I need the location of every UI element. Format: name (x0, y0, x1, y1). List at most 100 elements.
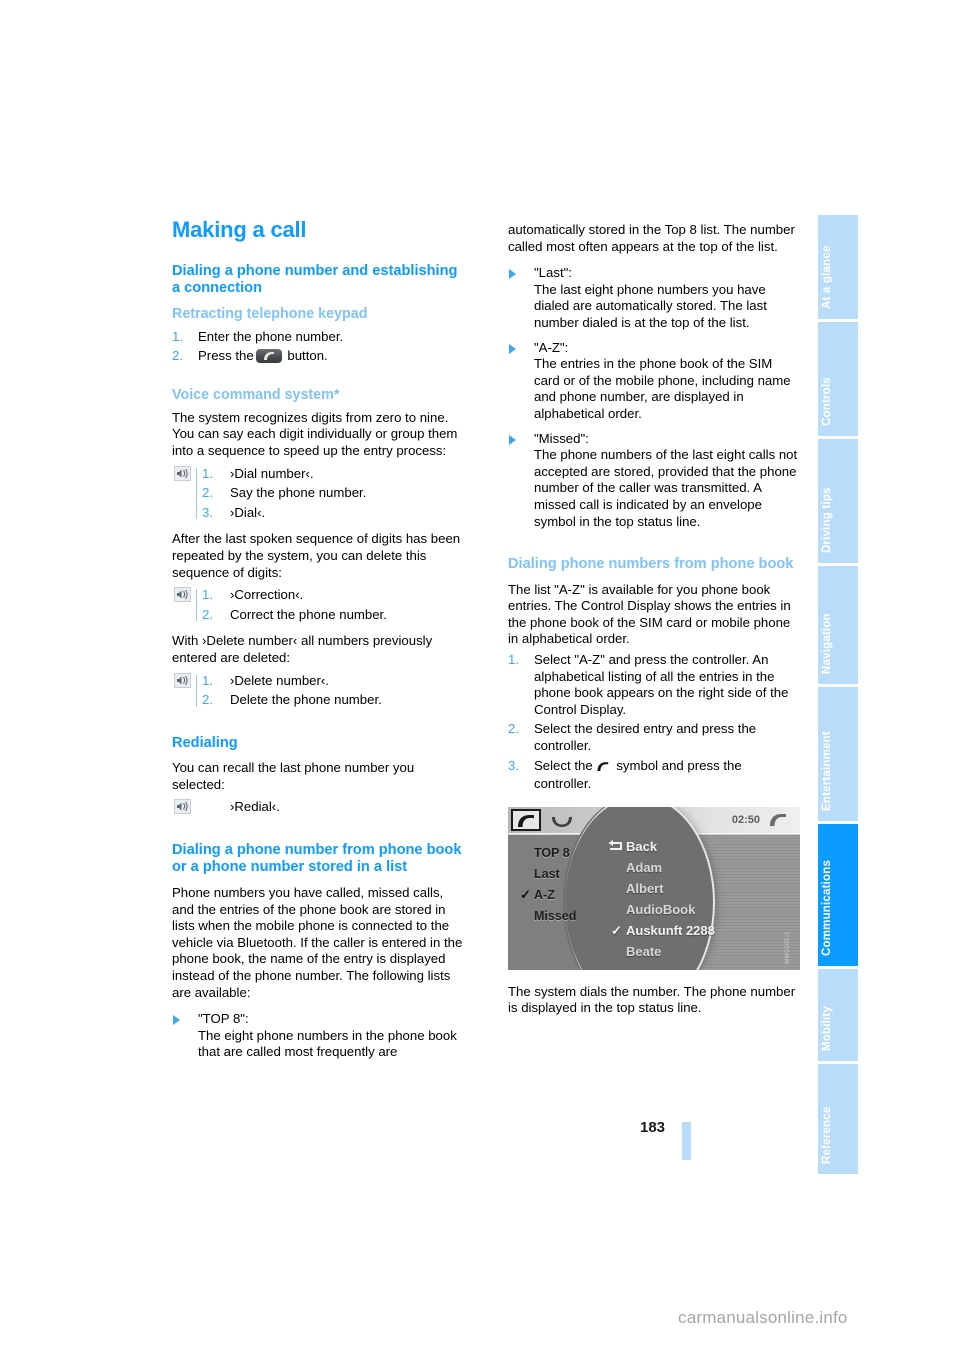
step-text-after: button. (287, 348, 328, 364)
tab-label: Mobility (821, 1005, 833, 1051)
phonebook-lists-para: Phone numbers you have called, missed ca… (172, 884, 463, 1000)
voice-block-rule (196, 674, 197, 707)
tab-driving-tips[interactable]: Driving tips (818, 439, 858, 563)
tab-label: Reference (821, 1106, 833, 1164)
checkmark-icon: ✓ (611, 922, 622, 938)
voice-command-block-delete: 1. ›Delete number‹. 2. Delete the phone … (172, 672, 464, 709)
list-item: 2. Select the desired entry and press th… (508, 721, 800, 754)
tab-reference[interactable]: Reference (818, 1064, 858, 1174)
step-number: 1. (172, 328, 183, 344)
tab-navigation[interactable]: Navigation (818, 566, 858, 684)
list-item: 1. ›Correction‹. (202, 587, 464, 604)
bullet-title: "Last": (534, 265, 572, 281)
tab-communications[interactable]: Communications (818, 824, 858, 966)
voice-command-block-correction: 1. ›Correction‹. 2. Correct the phone nu… (172, 587, 464, 623)
step-number: 3. (508, 757, 519, 773)
retracting-keypad-steps: 1. Enter the phone number. 2. Press the … (172, 329, 464, 365)
watermark-text: carmanualsonline.info (678, 1308, 848, 1327)
tab-label: At a glance (821, 245, 833, 309)
tab-label: Controls (821, 377, 833, 426)
after-spoken-sequence-para: After the last spoken sequence of digits… (172, 531, 461, 580)
step-text: Say the phone number. (230, 485, 367, 501)
tab-at-a-glance[interactable]: At a glance (818, 215, 858, 319)
delete-number-para: With ›Delete number‹ all numbers previou… (172, 633, 433, 665)
list-item: 1. Select "A-Z" and press the controller… (508, 652, 800, 718)
voice-command-intro: The system recognizes digits from zero t… (172, 409, 458, 458)
list-item: "Missed": The phone numbers of the last … (508, 431, 800, 531)
step-number: 1. (202, 587, 213, 603)
call-end-icon[interactable] (550, 814, 574, 833)
step-text: ›Delete number‹. (230, 672, 329, 688)
step-number: 2. (202, 692, 213, 708)
cd-list-item-beate[interactable]: Beate (626, 944, 661, 961)
cd-list-item-audiobook[interactable]: AudioBook (626, 902, 695, 919)
cd-list-item-albert[interactable]: Albert (626, 881, 664, 898)
list-item: 3. ›Dial‹. (202, 505, 464, 522)
step-text: ›Correction‹. (230, 587, 304, 603)
step-number: 2. (172, 348, 183, 364)
cd-list-item-adam[interactable]: Adam (626, 860, 662, 877)
tab-entertainment[interactable]: Entertainment (818, 687, 858, 821)
tab-label: Navigation (821, 613, 833, 674)
tab-mobility[interactable]: Mobility (818, 969, 858, 1061)
cd-list-item-auskunft[interactable]: Auskunft 2288 (626, 923, 715, 940)
step-text: Delete the phone number. (230, 692, 382, 708)
voice-command-block-dial: 1. ›Dial number‹. 2. Say the phone numbe… (172, 465, 464, 522)
step-text-before: Select the (534, 757, 593, 773)
voice-command-icon (174, 587, 191, 603)
cd-menu-item-last[interactable]: Last (534, 866, 560, 883)
tab-label: Communications (821, 859, 833, 956)
phone-handset-icon (596, 760, 610, 777)
list-item: "Last": The last eight phone numbers you… (508, 265, 800, 331)
list-item: 2. Delete the phone number. (202, 692, 464, 709)
voice-command-block-redial: ›Redial‹. (172, 799, 464, 816)
list-item: "A-Z": The entries in the phone book of … (508, 340, 800, 423)
back-arrow-icon[interactable] (608, 839, 623, 857)
step-text-before: Press the (198, 348, 254, 364)
cd-menu-item-az[interactable]: A-Z (534, 887, 555, 904)
list-item: 1. Enter the phone number. (172, 329, 464, 346)
call-accept-selected-box[interactable] (511, 808, 541, 831)
voice-command-icon (174, 672, 191, 688)
voice-redial-text: ›Redial‹. (230, 799, 280, 815)
voice-command-icon (174, 465, 191, 481)
cd-menu-item-top8[interactable]: TOP 8 (534, 845, 570, 862)
page-title: Making a call (172, 217, 307, 242)
step-text: ›Dial‹. (230, 504, 266, 520)
step-text: Select the desired entry and press the c… (534, 721, 757, 753)
triangle-bullet-icon (509, 434, 516, 445)
list-item: 2. Say the phone number. (202, 485, 464, 502)
step-text: Select "A-Z" and press the controller. A… (534, 651, 789, 717)
control-display-body: TOP 8 Last ✓ A-Z Missed Back Adam Albert… (508, 806, 800, 970)
closing-para: The system dials the number. The phone n… (508, 983, 796, 1016)
bullet-title: "Missed": (534, 430, 589, 446)
tab-label: Entertainment (821, 731, 833, 811)
tab-label: Driving tips (821, 487, 833, 553)
left-column: Making a call Dialing a phone number and… (172, 217, 464, 1071)
list-type-bullets: "Last": The last eight phone numbers you… (508, 265, 800, 530)
cd-list-item-back[interactable]: Back (626, 839, 657, 856)
step-text: Correct the phone number. (230, 606, 387, 622)
voice-dial-steps: 1. ›Dial number‹. 2. Say the phone numbe… (202, 466, 464, 522)
bullet-title: "A-Z": (534, 339, 569, 355)
heading-voice-command-system: Voice command system* (172, 386, 340, 403)
voice-block-rule (196, 589, 197, 622)
step-text: ›Dial number‹. (230, 465, 314, 481)
triangle-bullet-icon (173, 1015, 180, 1026)
list-item: 3. Select the symbol and press the contr… (508, 758, 800, 793)
page-edge-marker (682, 1122, 691, 1160)
step-number: 1. (202, 672, 213, 688)
phonebook-az-para: The list "A-Z" is available for you phon… (508, 581, 791, 647)
heading-redialing: Redialing (172, 734, 238, 751)
list-item: 1. ›Dial number‹. (202, 466, 464, 483)
figure-reference-code: MM0200-1 (785, 931, 792, 964)
page-number: 183 (640, 1119, 666, 1136)
step-number: 1. (508, 651, 519, 667)
triangle-bullet-icon (509, 269, 516, 280)
manual-page: At a glance Controls Driving tips Naviga… (0, 0, 960, 1358)
heading-dialing-establishing: Dialing a phone number and establishing … (172, 262, 458, 297)
status-clock: 02:50 (731, 813, 760, 826)
tab-controls[interactable]: Controls (818, 322, 858, 436)
section-tab-rail: At a glance Controls Driving tips Naviga… (818, 215, 858, 1174)
cd-menu-item-missed[interactable]: Missed (534, 908, 576, 925)
